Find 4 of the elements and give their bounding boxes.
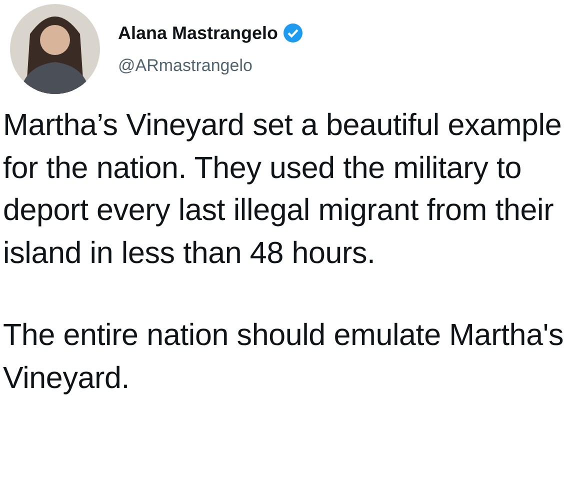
- tweet-text: The entire nation should emulate Martha's Vineyard.: [3, 317, 564, 396]
- author-name: Alana Mastrangelo: [118, 22, 278, 44]
- author-handle: @ARmastrangelo: [118, 56, 254, 76]
- tweet-text: Martha’s Vineyard set a beautiful example for the nation. They used the military to deport every last illegal migrant from their island in less than 48 hours.: [3, 107, 563, 272]
